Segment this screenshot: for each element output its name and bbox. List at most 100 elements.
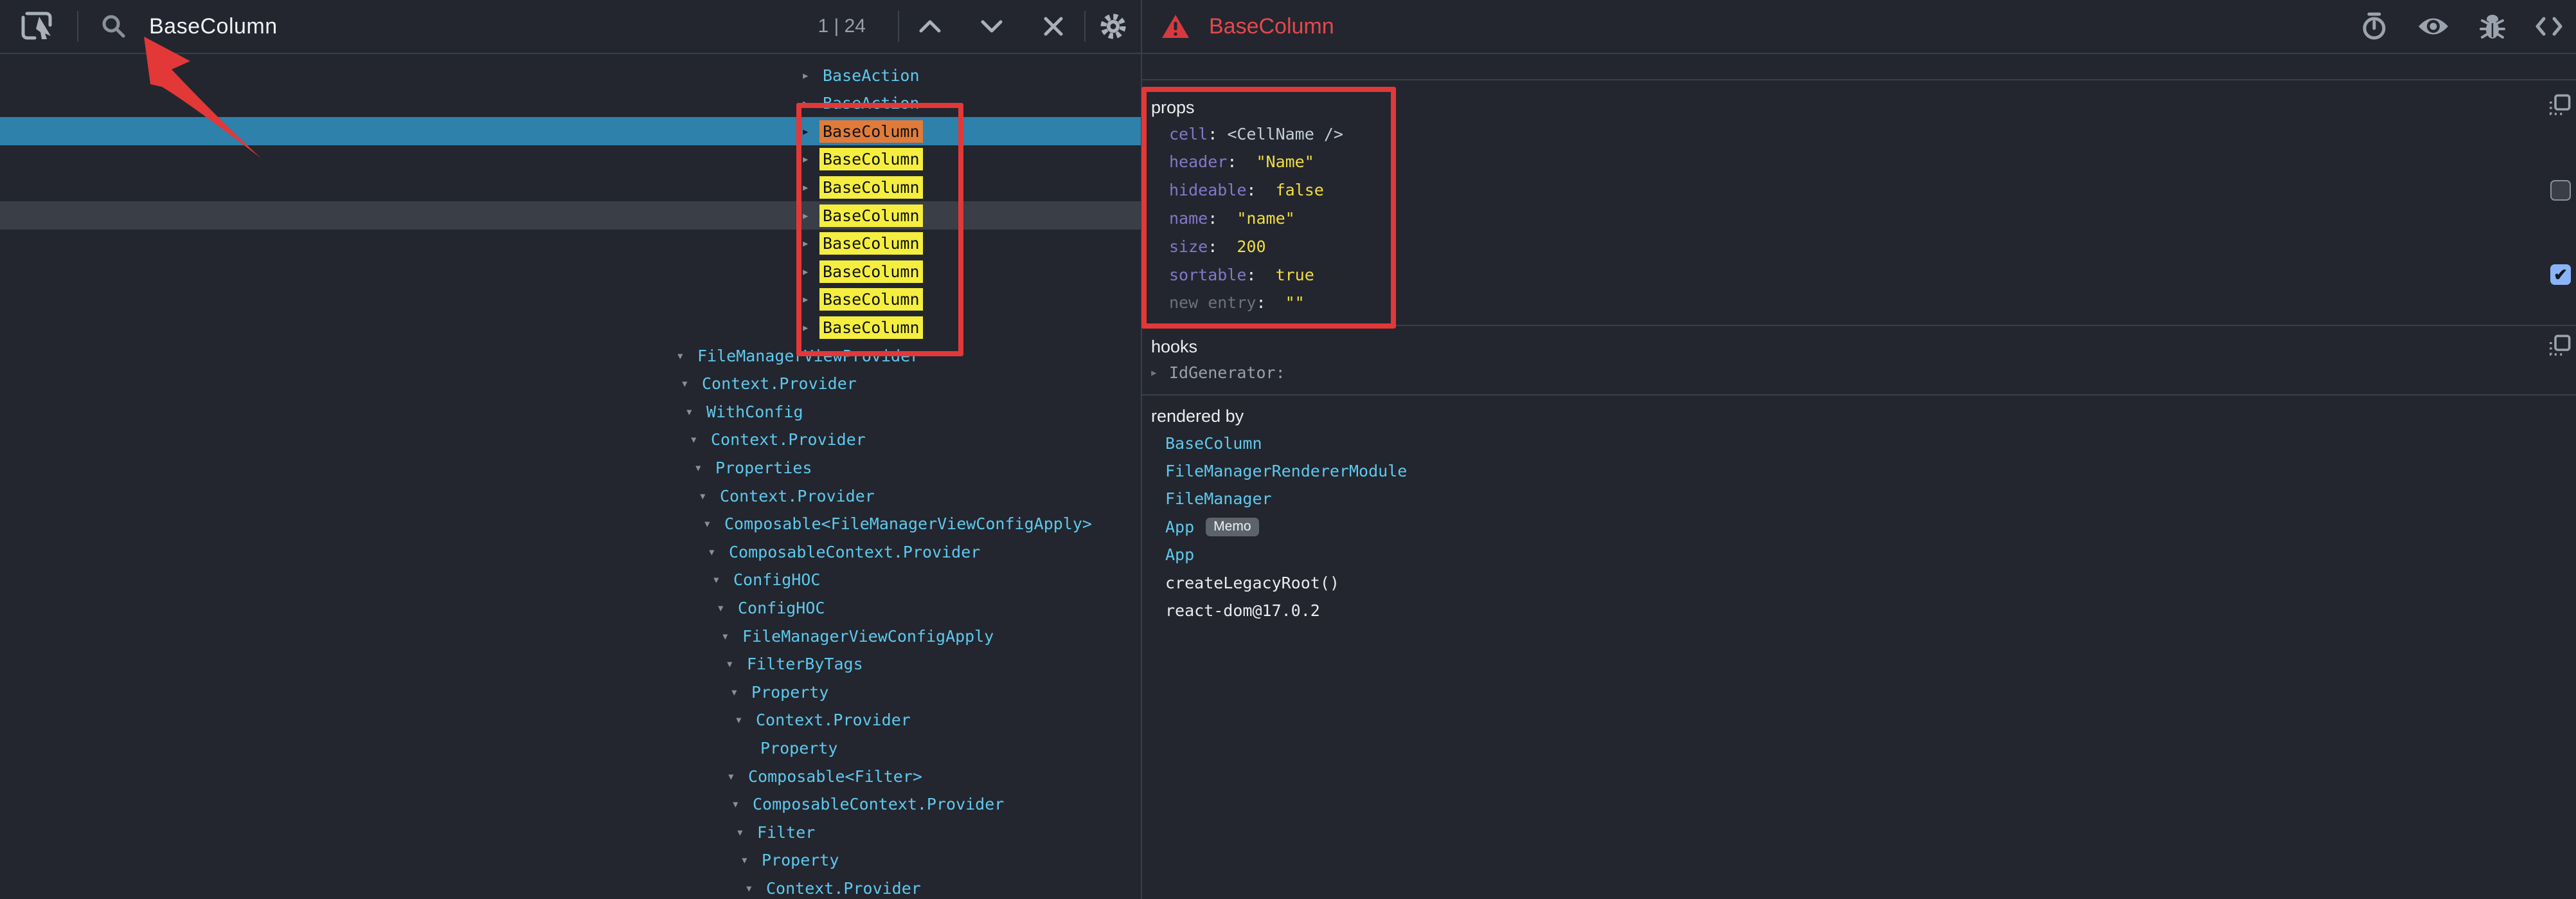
- chevron-down-icon[interactable]: ▾: [724, 657, 744, 671]
- tree-row-Context.Provider[interactable]: ▾Context.Provider: [0, 706, 1141, 734]
- owner-link[interactable]: FileManagerRendererModule: [1165, 462, 1407, 480]
- tree-row-Context.Provider[interactable]: ▾Context.Provider: [0, 482, 1141, 510]
- tree-row-Property[interactable]: Property: [0, 734, 1141, 762]
- chevron-right-icon[interactable]: ▸: [800, 181, 819, 194]
- chevron-right-icon[interactable]: ▸: [800, 293, 819, 306]
- prop-value[interactable]: "Name": [1256, 152, 1314, 171]
- chevron-down-icon[interactable]: ▾: [730, 797, 749, 811]
- inspect-element-icon: [21, 10, 57, 43]
- hook-row-IdGenerator[interactable]: ▸IdGenerator:: [1150, 358, 1285, 386]
- tree-row-Composable<Filter>[interactable]: ▾Composable<Filter>: [0, 762, 1141, 790]
- prop-key[interactable]: cell: [1169, 125, 1208, 143]
- chevron-right-icon[interactable]: ▸: [800, 237, 819, 250]
- chevron-down-icon[interactable]: ▾: [711, 573, 730, 586]
- suspense-timer-button[interactable]: [2345, 12, 2404, 41]
- tree-row-BaseColumn[interactable]: ▸BaseColumn: [0, 201, 1141, 230]
- tree-row-Property[interactable]: ▾Property: [0, 678, 1141, 706]
- prop-key[interactable]: header: [1169, 152, 1227, 171]
- view-source-button[interactable]: [2522, 16, 2576, 37]
- chevron-down-icon[interactable]: ▾: [693, 461, 712, 475]
- prop-key[interactable]: new entry: [1169, 293, 1256, 312]
- chevron-down-icon[interactable]: ▾: [729, 686, 748, 699]
- component-name: BaseColumn: [819, 204, 923, 227]
- prop-key[interactable]: sortable: [1169, 266, 1246, 284]
- chevron-down-icon[interactable]: ▾: [715, 601, 735, 615]
- prop-value[interactable]: true: [1276, 266, 1314, 284]
- chevron-right-icon[interactable]: ▸: [800, 209, 819, 222]
- copy-icon: [2548, 94, 2571, 117]
- chevron-right-icon[interactable]: ▸: [1150, 365, 1169, 380]
- tree-row-BaseColumn[interactable]: ▸BaseColumn: [0, 313, 1141, 341]
- tree-row-ComposableContext.Provider[interactable]: ▾ComposableContext.Provider: [0, 790, 1141, 819]
- prop-hideable-checkbox[interactable]: [2550, 180, 2571, 201]
- prop-key[interactable]: hideable: [1169, 181, 1246, 199]
- owner-link[interactable]: FileManager: [1165, 489, 1272, 508]
- prop-colon: :: [1208, 209, 1237, 228]
- inspect-dom-button[interactable]: [2404, 15, 2463, 37]
- tree-row-BaseColumn[interactable]: ▸BaseColumn: [0, 173, 1141, 201]
- tree-row-FilterByTags[interactable]: ▾FilterByTags: [0, 650, 1141, 678]
- tree-row-BaseColumn[interactable]: ▸BaseColumn: [0, 230, 1141, 258]
- tree-row-Context.Provider[interactable]: ▾Context.Provider: [0, 426, 1141, 454]
- tree-row-FileManagerViewProvider[interactable]: ▾FileManagerViewProvider: [0, 341, 1141, 370]
- chevron-down-icon[interactable]: ▾: [679, 377, 699, 390]
- next-match-button[interactable]: [961, 19, 1023, 33]
- tree-row-Filter[interactable]: ▾Filter: [0, 818, 1141, 846]
- clear-search-button[interactable]: [1023, 15, 1084, 37]
- chevron-right-icon[interactable]: ▸: [800, 96, 819, 110]
- previous-match-button[interactable]: [899, 19, 961, 33]
- prop-key[interactable]: size: [1169, 237, 1208, 256]
- prop-value[interactable]: 200: [1237, 237, 1266, 256]
- tree-row-Context.Provider[interactable]: ▾Context.Provider: [0, 874, 1141, 899]
- chevron-down-icon[interactable]: ▾: [720, 630, 739, 643]
- owner-link[interactable]: BaseColumn: [1165, 434, 1262, 453]
- tree-row-Context.Provider[interactable]: ▾Context.Provider: [0, 370, 1141, 398]
- tree-row-FileManagerViewConfigApply[interactable]: ▾FileManagerViewConfigApply: [0, 622, 1141, 650]
- tree-row-Composable<FileManagerViewConfigApply>[interactable]: ▾Composable<FileManagerViewConfigApply>: [0, 510, 1141, 538]
- tree-row-BaseColumn[interactable]: ▸BaseColumn: [0, 257, 1141, 286]
- tree-row-BaseColumn[interactable]: ▸BaseColumn: [0, 286, 1141, 314]
- tree-row-BaseColumn[interactable]: ▸BaseColumn: [0, 145, 1141, 174]
- copy-hooks-button[interactable]: [2548, 334, 2571, 358]
- chevron-down-icon[interactable]: ▾: [733, 713, 753, 727]
- tree-row-BaseColumn[interactable]: ▸BaseColumn: [0, 117, 1141, 145]
- inspect-element-button[interactable]: [0, 10, 77, 43]
- tree-row-ConfigHOC[interactable]: ▾ConfigHOC: [0, 594, 1141, 622]
- chevron-down-icon[interactable]: ▾: [735, 826, 754, 839]
- rendered-by-section-title: rendered by: [1151, 406, 1244, 426]
- chevron-down-icon[interactable]: ▾: [744, 882, 763, 895]
- prop-value[interactable]: "": [1285, 293, 1305, 312]
- copy-props-button[interactable]: [2548, 94, 2571, 117]
- settings-gear-button[interactable]: [1086, 12, 1141, 41]
- chevron-down-icon[interactable]: ▾: [706, 545, 726, 559]
- chevron-down-icon[interactable]: ▾: [697, 489, 717, 503]
- prop-value[interactable]: <CellName />: [1227, 125, 1343, 143]
- prop-key[interactable]: name: [1169, 209, 1208, 228]
- search-input[interactable]: BaseColumn: [149, 14, 278, 39]
- chevron-right-icon[interactable]: ▸: [800, 125, 819, 138]
- tree-row-ComposableContext.Provider[interactable]: ▾ComposableContext.Provider: [0, 538, 1141, 566]
- chevron-down-icon[interactable]: ▾: [684, 405, 703, 419]
- chevron-down-icon[interactable]: ▾: [702, 517, 721, 531]
- chevron-down-icon[interactable]: ▾: [688, 433, 708, 446]
- tree-row-WithConfig[interactable]: ▾WithConfig: [0, 397, 1141, 426]
- owner-link[interactable]: App: [1165, 518, 1194, 536]
- log-to-console-button[interactable]: [2463, 12, 2522, 41]
- tree-row-BaseAction[interactable]: ▸BaseAction: [0, 89, 1141, 118]
- chevron-down-icon[interactable]: ▾: [739, 853, 758, 867]
- tree-row-BaseAction[interactable]: ▸BaseAction: [0, 61, 1141, 89]
- chevron-right-icon[interactable]: ▸: [800, 321, 819, 334]
- component-name: Property: [758, 849, 842, 871]
- tree-row-ConfigHOC[interactable]: ▾ConfigHOC: [0, 566, 1141, 594]
- chevron-down-icon[interactable]: ▾: [726, 770, 745, 783]
- tree-row-Property[interactable]: ▾Property: [0, 846, 1141, 875]
- chevron-right-icon[interactable]: ▸: [800, 69, 819, 82]
- owner-link[interactable]: App: [1165, 545, 1194, 564]
- prop-sortable-checkbox[interactable]: ✔: [2550, 264, 2571, 285]
- prop-value[interactable]: "name": [1237, 209, 1294, 228]
- prop-value[interactable]: false: [1276, 181, 1324, 199]
- chevron-right-icon[interactable]: ▸: [800, 265, 819, 278]
- chevron-down-icon[interactable]: ▾: [675, 349, 694, 363]
- tree-row-Properties[interactable]: ▾Properties: [0, 453, 1141, 482]
- chevron-right-icon[interactable]: ▸: [800, 152, 819, 166]
